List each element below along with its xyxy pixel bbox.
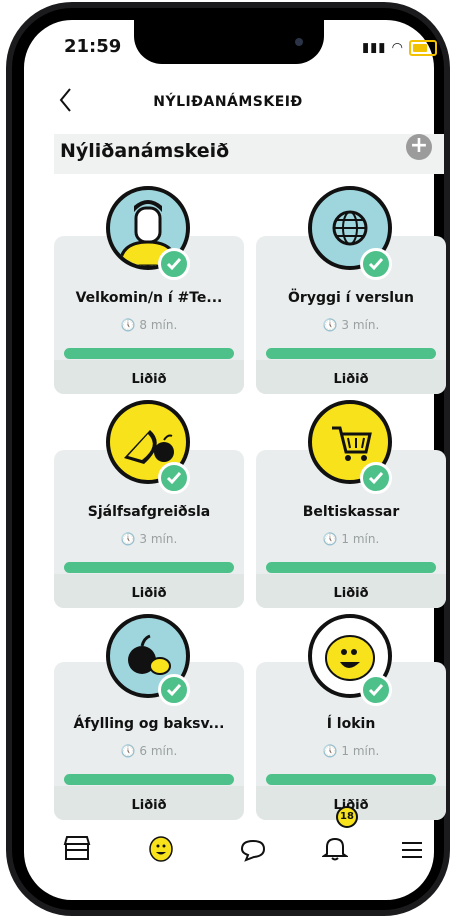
card-title: Sjálfsafgreiðsla (87, 504, 211, 520)
lemon-icon[interactable] (146, 830, 186, 870)
checkmark-icon (360, 248, 392, 280)
progress-bar (64, 348, 234, 359)
status-label: Liðið (333, 586, 369, 601)
card-title: Öryggi í verslun (288, 290, 414, 306)
notification-badge: 18 (336, 806, 358, 828)
plus-icon: + (409, 133, 429, 158)
section-title: Nýliðanámskeið (60, 140, 230, 162)
progress-bar (64, 562, 234, 573)
camera (295, 38, 303, 46)
checkmark-icon (158, 674, 190, 706)
bell-icon[interactable] (320, 834, 362, 874)
card-title: Velkomin/n í #Te... (75, 290, 223, 306)
signal-icon: ▮▮▮ (362, 40, 387, 56)
card-title: Áfylling og baksv... (73, 716, 225, 732)
checkmark-icon (360, 674, 392, 706)
status-icons: ▮▮▮ ◠ (362, 40, 438, 56)
checkmark-icon (360, 462, 392, 494)
status-label: Liðið (131, 798, 167, 813)
wifi-icon: ◠ (391, 40, 404, 56)
card-title: Beltiskassar (302, 504, 400, 520)
progress-bar (266, 348, 436, 359)
status-label: Liðið (131, 586, 167, 601)
checkmark-icon (158, 462, 190, 494)
card-duration: 🕔 1 mín. (322, 532, 380, 546)
status-label: Liðið (131, 372, 167, 387)
checkmark-icon (158, 248, 190, 280)
page-title: NÝLIÐANÁMSKEIÐ (153, 94, 303, 110)
battery-icon (409, 40, 438, 56)
card-title: Í lokin (326, 716, 376, 732)
add-button[interactable]: + (406, 134, 432, 160)
status-label: Liðið (333, 372, 369, 387)
card-duration: 🕔 3 mín. (322, 318, 380, 332)
progress-bar (64, 774, 234, 785)
card-duration: 🕔 6 mín. (120, 744, 178, 758)
store-icon[interactable] (62, 834, 102, 874)
status-time: 21:59 (64, 36, 122, 57)
chat-icon[interactable] (240, 838, 280, 878)
card-duration: 🕔 1 mín. (322, 744, 380, 758)
progress-bar (266, 774, 436, 785)
progress-bar (266, 562, 436, 573)
card-duration: 🕔 8 mín. (120, 318, 178, 332)
menu-icon[interactable] (400, 840, 440, 880)
card-duration: 🕔 3 mín. (120, 532, 178, 546)
